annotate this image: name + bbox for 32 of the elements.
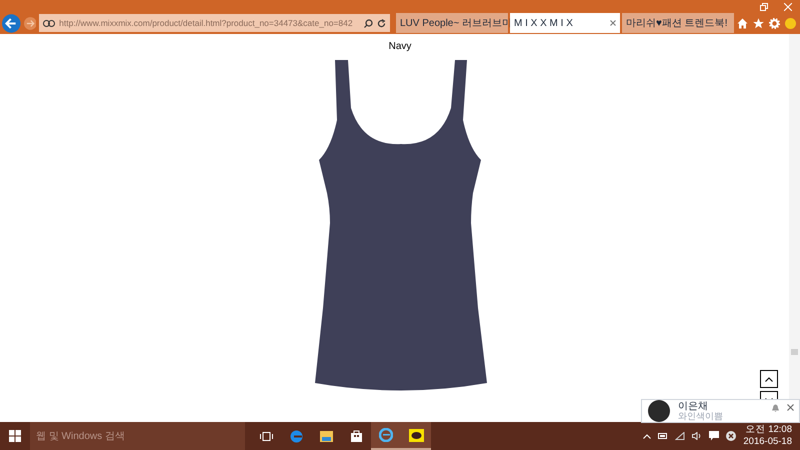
scroll-up-button[interactable]	[760, 370, 778, 388]
avatar	[648, 400, 670, 422]
chevron-up-icon	[765, 376, 773, 382]
message-icon[interactable]	[709, 431, 720, 441]
windows-logo-icon	[9, 430, 21, 442]
url-text: http://www.mixxmix.com/product/detail.html?product_no=34473&cate_no=842	[59, 16, 353, 30]
message-preview: 와인색이쁨	[678, 412, 723, 420]
chat-app-icon[interactable]	[401, 422, 431, 450]
close-tab-icon[interactable]	[610, 20, 616, 26]
back-button[interactable]	[2, 14, 20, 32]
refresh-icon[interactable]	[376, 18, 386, 28]
chat-notification[interactable]: 이은채 와인색이쁨	[641, 399, 800, 423]
forward-button[interactable]	[24, 16, 36, 30]
close-icon[interactable]	[787, 404, 794, 411]
page-icon	[43, 20, 56, 26]
settings-icon[interactable]	[769, 18, 780, 28]
error-icon[interactable]	[726, 431, 736, 441]
bell-icon[interactable]	[772, 404, 779, 412]
browser-tab[interactable]: 마리쉬♥패션 트렌드북!	[622, 13, 734, 33]
battery-icon[interactable]	[658, 433, 668, 439]
clock[interactable]: 오전 12:08 2016-05-18	[743, 424, 792, 448]
browser-tab[interactable]: M I X X M I X	[510, 13, 620, 33]
color-label: Navy	[388, 40, 412, 54]
star-icon[interactable]	[753, 18, 764, 28]
speaker-icon[interactable]	[692, 432, 702, 440]
restore-icon[interactable]	[760, 3, 768, 11]
home-icon[interactable]	[737, 18, 748, 28]
chevron-up-icon[interactable]	[643, 434, 652, 438]
search-icon[interactable]	[364, 18, 373, 28]
sender-name: 이은채	[678, 402, 709, 412]
scrollbar-thumb[interactable]	[791, 349, 798, 355]
wifi-icon[interactable]	[675, 432, 686, 440]
